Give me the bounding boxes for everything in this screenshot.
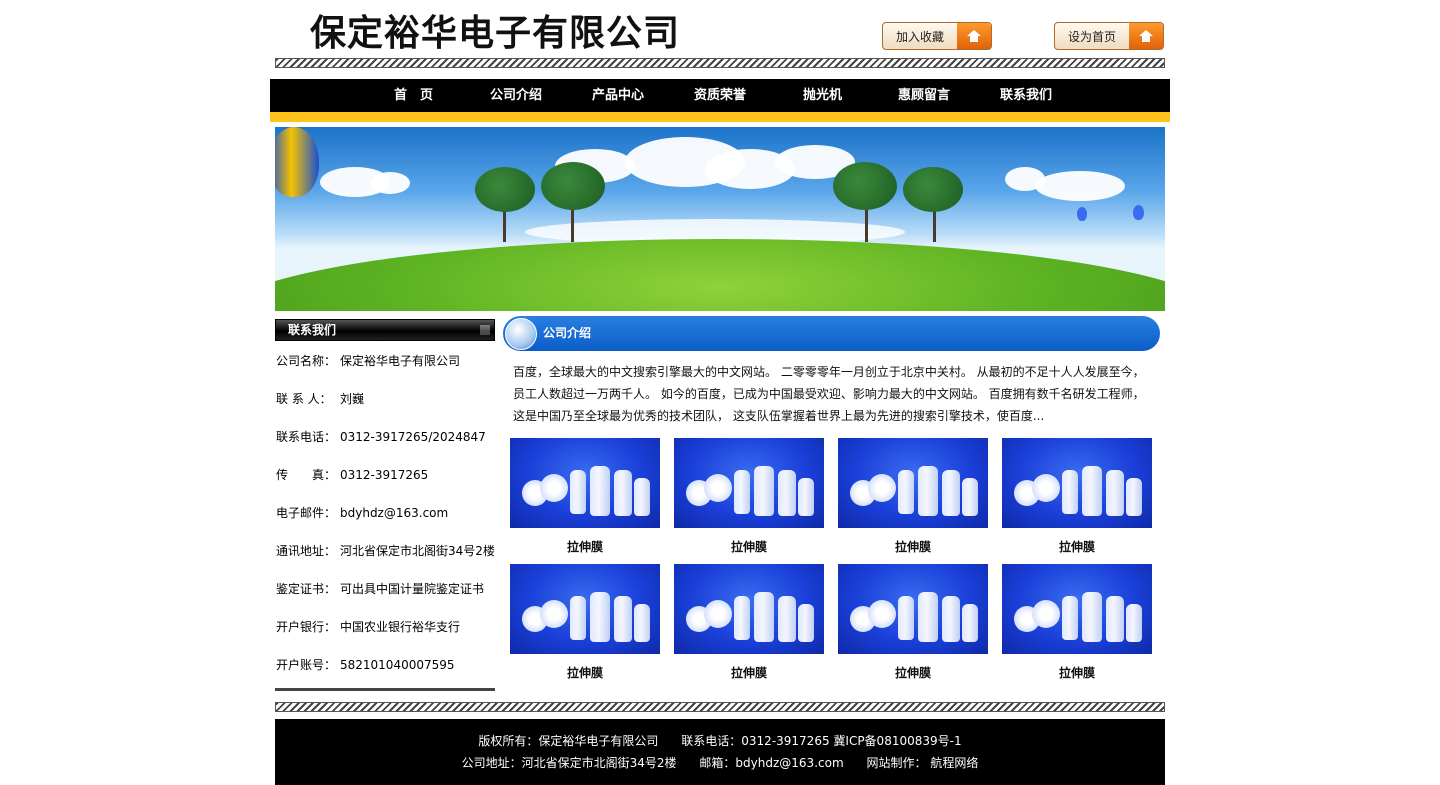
- set-homepage-button[interactable]: 设为首页: [1054, 22, 1164, 50]
- contact-row: 传 真： 0312-3917265: [276, 466, 428, 483]
- product-name[interactable]: 拉伸膜: [1002, 538, 1152, 555]
- contact-row: 联 系 人： 刘巍: [276, 390, 364, 407]
- contact-label: 开户银行：: [276, 620, 337, 634]
- nav-polisher[interactable]: 抛光机: [803, 79, 842, 112]
- product-name[interactable]: 拉伸膜: [510, 664, 660, 681]
- product-name[interactable]: 拉伸膜: [838, 664, 988, 681]
- product-image[interactable]: [510, 438, 660, 528]
- contact-row: 联系电话： 0312-3917265/2024847: [276, 428, 486, 445]
- contact-value: 河北省保定市北阁街34号2楼: [340, 544, 495, 558]
- nav-honors[interactable]: 资质荣誉: [694, 79, 746, 112]
- product-name[interactable]: 拉伸膜: [510, 538, 660, 555]
- nav-about[interactable]: 公司介绍: [490, 79, 542, 112]
- contact-label: 开户账号：: [276, 658, 337, 672]
- product-name[interactable]: 拉伸膜: [1002, 664, 1152, 681]
- nav-stripe: [270, 112, 1170, 122]
- nav-guestbook[interactable]: 惠顾留言: [898, 79, 950, 112]
- product-image[interactable]: [838, 564, 988, 654]
- about-section-title: 公司介绍: [543, 326, 592, 340]
- product-card[interactable]: 拉伸膜: [838, 564, 988, 681]
- product-image[interactable]: [674, 438, 824, 528]
- nav-contact[interactable]: 联系我们: [1000, 79, 1052, 112]
- contact-value: 可出具中国计量院鉴定证书: [340, 582, 485, 596]
- set-homepage-label: 设为首页: [1067, 29, 1116, 44]
- product-card[interactable]: 拉伸膜: [674, 564, 824, 681]
- contact-value: 0312-3917265: [340, 468, 429, 482]
- contact-row: 开户账号： 582101040007595: [276, 656, 455, 673]
- product-name[interactable]: 拉伸膜: [674, 538, 824, 555]
- product-card[interactable]: 拉伸膜: [1002, 438, 1152, 555]
- product-card[interactable]: 拉伸膜: [510, 564, 660, 681]
- contact-row: 鉴定证书： 可出具中国计量院鉴定证书: [276, 580, 484, 597]
- product-card[interactable]: 拉伸膜: [510, 438, 660, 555]
- contact-label: 联 系 人：: [276, 392, 332, 406]
- company-intro: 百度，全球最大的中文搜索引擎最大的中文网站。 二零零零年一月创立于北京中关村。 …: [513, 365, 1145, 423]
- banner-image: [275, 127, 1165, 311]
- contact-value: 0312-3917265/2024847: [340, 430, 486, 444]
- add-favorite-button[interactable]: 加入收藏: [882, 22, 992, 50]
- product-name[interactable]: 拉伸膜: [674, 664, 824, 681]
- product-image[interactable]: [510, 564, 660, 654]
- header-divider: [275, 58, 1165, 68]
- product-name[interactable]: 拉伸膜: [838, 538, 988, 555]
- footer-copyright: 版权所有：保定裕华电子有限公司 联系电话：0312-3917265 冀ICP备0…: [478, 734, 962, 748]
- contact-value: 中国农业银行裕华支行: [340, 620, 461, 634]
- contact-row: 开户银行： 中国农业银行裕华支行: [276, 618, 460, 635]
- contact-row: 通讯地址： 河北省保定市北阁街34号2楼: [276, 542, 495, 559]
- contact-label: 联系电话：: [276, 430, 337, 444]
- contact-value: 刘巍: [340, 392, 365, 406]
- site-logo[interactable]: 保定裕华电子有限公司: [310, 12, 680, 56]
- contact-label: 公司名称：: [276, 354, 337, 368]
- footer-address: 公司地址：河北省保定市北阁街34号2楼 邮箱：bdyhdz@163.com 网站…: [461, 756, 979, 770]
- page-container: 保定裕华电子有限公司 加入收藏 设为首页 首 页 公司介绍 产品中心 资质荣誉 …: [270, 0, 1170, 785]
- product-card[interactable]: 拉伸膜: [674, 438, 824, 555]
- nav-home[interactable]: 首 页: [394, 79, 433, 112]
- contact-value: 保定裕华电子有限公司: [340, 354, 461, 368]
- contact-row: 电子邮件： bdyhdz@163.com: [276, 504, 448, 521]
- add-favorite-label: 加入收藏: [895, 29, 944, 44]
- footer-divider: [275, 702, 1165, 712]
- product-image[interactable]: [1002, 438, 1152, 528]
- home-icon: [957, 23, 991, 49]
- contact-row: 公司名称： 保定裕华电子有限公司: [276, 352, 460, 369]
- contact-value: 582101040007595: [340, 658, 455, 672]
- sidebar-divider: [275, 688, 495, 691]
- contact-section-title: 联系我们: [275, 319, 495, 341]
- contact-label: 通讯地址：: [276, 544, 337, 558]
- globe-icon: [505, 318, 537, 350]
- contact-value[interactable]: bdyhdz@163.com: [340, 506, 448, 520]
- product-image[interactable]: [1002, 564, 1152, 654]
- main-nav: 首 页 公司介绍 产品中心 资质荣誉 抛光机 惠顾留言 联系我们: [270, 79, 1170, 112]
- about-section-header: 公司介绍: [503, 316, 1160, 351]
- home-icon: [1129, 23, 1163, 49]
- nav-products[interactable]: 产品中心: [592, 79, 644, 112]
- contact-label: 鉴定证书：: [276, 582, 337, 596]
- product-image[interactable]: [674, 564, 824, 654]
- site-footer: 版权所有：保定裕华电子有限公司 联系电话：0312-3917265 冀ICP备0…: [275, 719, 1165, 785]
- product-image[interactable]: [838, 438, 988, 528]
- product-card[interactable]: 拉伸膜: [838, 438, 988, 555]
- contact-label: 电子邮件：: [276, 506, 337, 520]
- contact-label: 传 真：: [276, 468, 337, 482]
- product-card[interactable]: 拉伸膜: [1002, 564, 1152, 681]
